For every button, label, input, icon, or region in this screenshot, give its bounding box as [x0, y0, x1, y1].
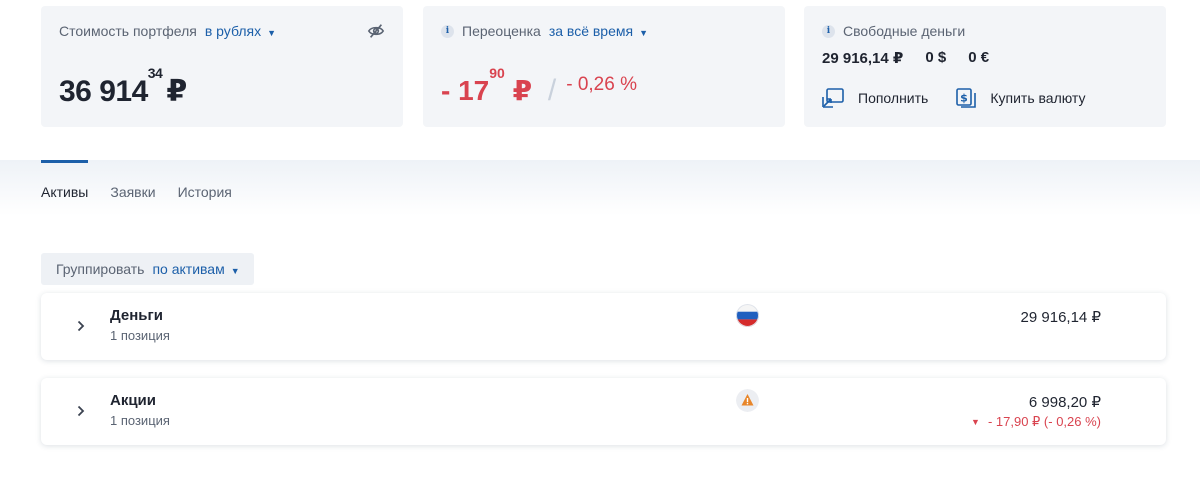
- portfolio-value-fraction: 34: [147, 65, 163, 81]
- tab-bar: Активы Заявки История: [41, 160, 232, 200]
- revaluation-card-title: Переоценка: [462, 23, 541, 39]
- free-cash-amounts: 29 916,14 ₽ 0 $ 0 €: [822, 49, 989, 67]
- chevron-right-icon[interactable]: [77, 405, 85, 417]
- caret-down-icon: ▼: [230, 266, 240, 276]
- revaluation-card: i Переоценка за всё время ▼ - 1790 ₽ / - 0…: [423, 6, 785, 127]
- group-by-select[interactable]: Группировать по активам ▼: [41, 253, 254, 285]
- summary-cards: Стоимость портфеля в рублях ▼ 36 91434₽ i…: [41, 6, 1166, 127]
- triangle-down-icon: ▼: [971, 417, 980, 427]
- asset-row-stocks[interactable]: Акции 1 позиция 6 998,20 ₽ ▼ - 17,90 ₽ (-…: [41, 378, 1166, 445]
- portfolio-currency-value: в рублях: [204, 23, 262, 39]
- info-icon[interactable]: i: [441, 24, 454, 38]
- revaluation-value-fraction: 90: [489, 64, 505, 81]
- asset-value: 6 998,20 ₽: [1028, 394, 1101, 411]
- portfolio-card-title: Стоимость портфеля: [59, 23, 197, 39]
- portfolio-value-card: Стоимость портфеля в рублях ▼ 36 91434₽: [41, 6, 403, 127]
- revaluation-card-header: i Переоценка за всё время ▼: [441, 23, 767, 39]
- caret-down-icon: ▼: [639, 28, 649, 38]
- free-cash-card-title: Свободные деньги: [843, 23, 966, 39]
- currency-exchange-icon: $: [956, 88, 977, 108]
- revaluation-separator: /: [547, 74, 557, 107]
- free-cash-eur: 0 €: [968, 49, 990, 66]
- revaluation-period-value: за всё время: [548, 23, 634, 39]
- chevron-right-icon[interactable]: [77, 320, 85, 332]
- portfolio-total-value: 36 91434₽: [59, 65, 187, 109]
- asset-title: Деньги: [110, 307, 163, 324]
- topup-button[interactable]: Пополнить: [822, 88, 928, 108]
- topup-icon: [822, 88, 844, 108]
- tab-orders[interactable]: Заявки: [110, 160, 155, 200]
- asset-positions: 1 позиция: [110, 413, 170, 428]
- asset-row-money[interactable]: Деньги 1 позиция 29 916,14 ₽: [41, 293, 1166, 360]
- portfolio-value-integer: 36 914: [59, 75, 148, 108]
- tab-assets[interactable]: Активы: [41, 160, 89, 200]
- free-cash-card: i Свободные деньги 29 916,14 ₽ 0 $ 0 € П…: [804, 6, 1166, 127]
- revaluation-value-integer: - 17: [441, 75, 490, 106]
- group-by-value-text: по активам: [152, 261, 225, 277]
- free-cash-usd: 0 $: [925, 49, 947, 66]
- group-by-label: Группировать: [56, 261, 145, 277]
- topup-label: Пополнить: [858, 90, 929, 106]
- revaluation-currency-sign: ₽: [512, 75, 533, 106]
- group-by-value: по активам ▼: [152, 261, 239, 277]
- revaluation-value: - 1790 ₽ / - 0,26 %: [441, 65, 637, 108]
- asset-change: ▼ - 17,90 ₽ (- 0,26 %): [971, 414, 1101, 430]
- russia-flag-icon: [736, 304, 759, 327]
- svg-text:$: $: [961, 92, 969, 105]
- caret-down-icon: ▼: [267, 28, 277, 38]
- portfolio-card-header: Стоимость портфеля в рублях ▼: [59, 23, 385, 39]
- portfolio-currency-sign: ₽: [166, 75, 187, 108]
- warning-flag-icon: [736, 389, 759, 412]
- buy-currency-button[interactable]: $ Купить валюту: [956, 88, 1086, 108]
- asset-value: 29 916,14 ₽: [1020, 309, 1101, 326]
- revaluation-period-select[interactable]: за всё время ▼: [549, 23, 648, 39]
- asset-positions: 1 позиция: [110, 328, 170, 343]
- free-cash-card-header: i Свободные деньги: [822, 23, 1148, 39]
- tab-history[interactable]: История: [178, 160, 232, 200]
- eye-off-icon[interactable]: [367, 22, 385, 40]
- revaluation-percent: - 0,26 %: [566, 74, 637, 95]
- asset-title: Акции: [110, 392, 157, 409]
- free-cash-actions: Пополнить $ Купить валюту: [822, 88, 1086, 108]
- free-cash-rub: 29 916,14 ₽: [822, 50, 904, 67]
- buy-currency-label: Купить валюту: [990, 90, 1086, 106]
- portfolio-currency-select[interactable]: в рублях ▼: [205, 23, 276, 39]
- asset-change-text: - 17,90 ₽ (- 0,26 %): [987, 414, 1101, 429]
- info-icon[interactable]: i: [822, 24, 835, 38]
